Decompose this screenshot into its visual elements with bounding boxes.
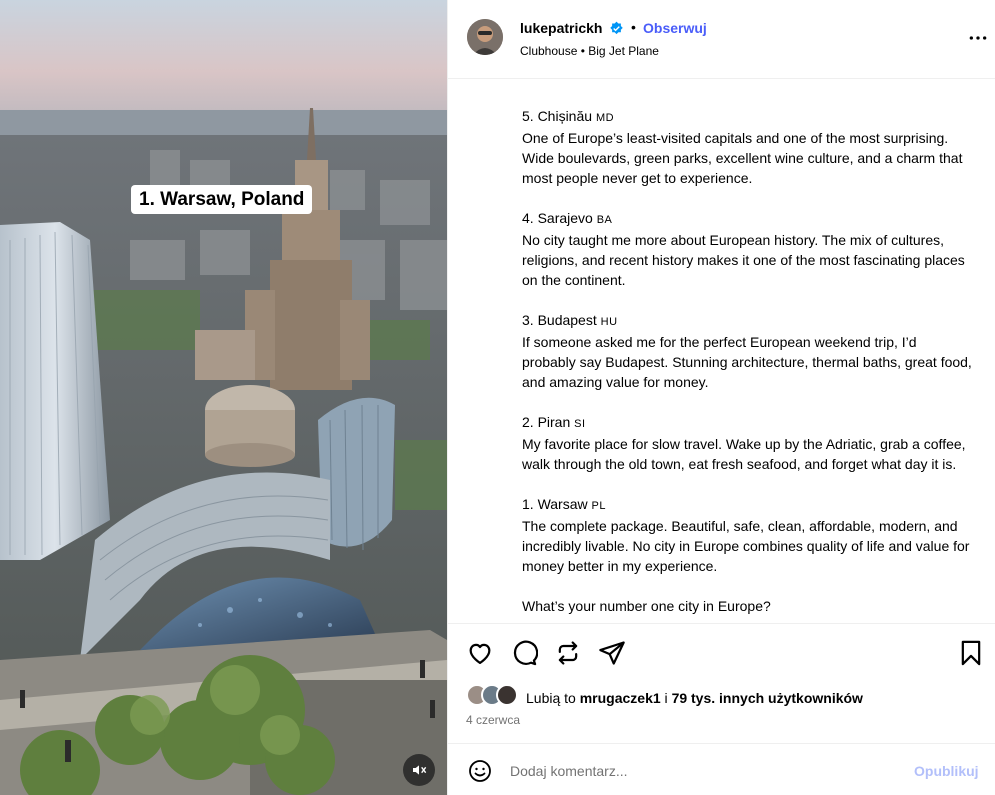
caption-entry: 5. Chișinău MD One of Europe’s least-vis… xyxy=(522,106,972,188)
country-code: HU xyxy=(600,316,618,328)
caption-entry: 1. Warsaw PL The complete package. Beaut… xyxy=(522,494,972,576)
more-options-button[interactable] xyxy=(968,28,988,48)
bookmark-icon xyxy=(961,640,981,666)
liker-avatar xyxy=(496,684,518,706)
username-link[interactable]: lukepatrickh xyxy=(520,20,602,36)
likes-prefix: Lubią to xyxy=(526,690,576,706)
entry-title: 2. Piran xyxy=(522,414,571,430)
comment-button[interactable] xyxy=(510,639,539,667)
country-code: MD xyxy=(595,112,615,124)
post-header: lukepatrickh • Obserwuj Clubhouse • Big … xyxy=(448,0,995,79)
post-media[interactable]: 1. Warsaw, Poland xyxy=(0,0,447,795)
liker-username[interactable]: mrugaczek1 xyxy=(580,690,661,706)
country-code: SI xyxy=(574,418,586,430)
share-button[interactable] xyxy=(598,639,626,667)
entry-text: My favorite place for slow travel. Wake … xyxy=(522,436,966,472)
comment-icon xyxy=(513,640,539,666)
separator-dot: • xyxy=(631,19,636,35)
repost-button[interactable] xyxy=(554,639,582,667)
country-code: PL xyxy=(591,500,606,512)
likes-summary[interactable]: Lubią to mrugaczek1 i 79 tys. innych uży… xyxy=(526,690,863,706)
like-button[interactable] xyxy=(466,639,494,667)
caption-entry: 4. Sarajevo BA No city taught me more ab… xyxy=(522,208,972,290)
likes-connector: i xyxy=(664,690,668,706)
entry-text: The complete package. Beautiful, safe, c… xyxy=(522,518,970,574)
caption-scroll-area[interactable]: 5. Chișinău MD One of Europe’s least-vis… xyxy=(448,79,995,623)
action-bar: Lubią to mrugaczek1 i 79 tys. innych uży… xyxy=(448,623,995,743)
entry-title: 1. Warsaw xyxy=(522,496,588,512)
entry-title: 3. Budapest xyxy=(522,312,597,328)
verified-badge-icon xyxy=(609,21,624,41)
entry-title: 4. Sarajevo xyxy=(522,210,593,226)
emoji-button[interactable] xyxy=(468,759,492,788)
caption-entry: 3. Budapest HU If someone asked me for t… xyxy=(522,310,972,392)
entry-text: If someone asked me for the perfect Euro… xyxy=(522,334,972,390)
comment-bar: Opublikuj xyxy=(448,743,995,795)
entry-title: 5. Chișinău xyxy=(522,108,593,124)
follow-button[interactable]: Obserwuj xyxy=(643,20,707,36)
caption-closing: What’s your number one city in Europe? xyxy=(522,598,771,614)
post-date[interactable]: 4 czerwca xyxy=(466,713,520,727)
location-sticker: 1. Warsaw, Poland xyxy=(131,185,313,214)
audio-track[interactable]: Clubhouse • Big Jet Plane xyxy=(520,44,659,58)
speaker-muted-icon xyxy=(413,765,427,775)
comment-input[interactable] xyxy=(510,763,890,779)
avatar[interactable] xyxy=(467,19,503,55)
likes-count[interactable]: 79 tys. innych użytkowników xyxy=(672,690,863,706)
post-panel: lukepatrickh • Obserwuj Clubhouse • Big … xyxy=(447,0,995,795)
share-icon xyxy=(599,641,625,665)
post-comment-button[interactable]: Opublikuj xyxy=(914,763,979,779)
avatar-image xyxy=(467,19,503,55)
country-code: BA xyxy=(596,214,613,226)
heart-icon xyxy=(469,643,491,665)
more-horizontal-icon xyxy=(969,36,987,40)
mute-button[interactable] xyxy=(403,754,435,786)
caption-text: 5. Chișinău MD One of Europe’s least-vis… xyxy=(522,79,972,623)
repost-icon xyxy=(558,641,578,665)
caption-entry: 2. Piran SI My favorite place for slow t… xyxy=(522,412,972,474)
entry-text: No city taught me more about European hi… xyxy=(522,232,965,288)
caption-fragment-top xyxy=(522,79,972,86)
save-button[interactable] xyxy=(957,639,985,667)
emoji-icon xyxy=(469,760,491,782)
entry-text: One of Europe’s least-visited capitals a… xyxy=(522,130,963,186)
city-photo xyxy=(0,0,447,795)
